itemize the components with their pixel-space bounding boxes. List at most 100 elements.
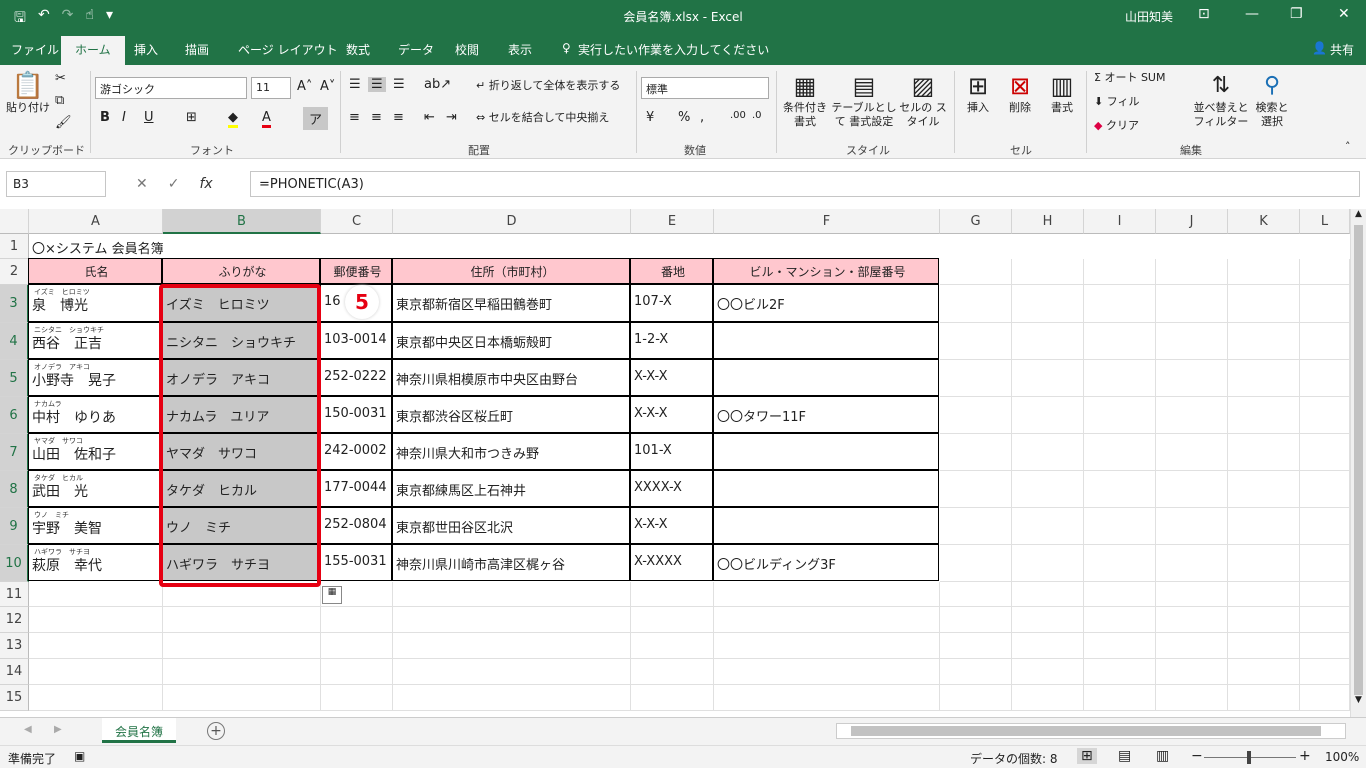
empty-cell[interactable]	[1300, 508, 1350, 545]
empty-cell[interactable]	[1012, 508, 1084, 545]
empty-cell[interactable]	[1156, 360, 1228, 397]
empty-cell[interactable]	[1156, 471, 1228, 508]
empty-cell[interactable]	[1300, 633, 1350, 659]
empty-cell[interactable]	[631, 607, 714, 633]
empty-cell[interactable]	[29, 582, 163, 607]
empty-cell[interactable]	[1228, 582, 1300, 607]
empty-cell[interactable]	[631, 582, 714, 607]
empty-cell[interactable]	[940, 434, 1012, 471]
zoom-slider-thumb[interactable]	[1247, 751, 1251, 764]
sheet-title-cell[interactable]: 〇×システム 会員名簿	[29, 234, 329, 259]
empty-cell[interactable]	[1084, 397, 1156, 434]
sheet-tab[interactable]: 会員名簿	[102, 718, 176, 743]
empty-cell[interactable]	[29, 607, 163, 633]
row-header[interactable]: 10	[0, 545, 29, 582]
tab-view[interactable]: 表示	[508, 41, 532, 58]
header-cell[interactable]: ふりがな	[162, 258, 320, 284]
empty-cell[interactable]	[1300, 360, 1350, 397]
row-header[interactable]: 1	[0, 234, 29, 259]
empty-cell[interactable]	[1084, 285, 1156, 323]
clear-button[interactable]: ◆ クリア	[1094, 119, 1139, 133]
tab-data[interactable]: データ	[398, 41, 434, 58]
align-right-icon[interactable]: ≡	[393, 110, 404, 125]
tab-formulas[interactable]: 数式	[346, 41, 370, 58]
name-cell[interactable]: ウノ ミチ 宇野 美智	[28, 507, 162, 544]
tab-page-layout[interactable]: ページ レイアウト	[238, 41, 338, 58]
tab-file[interactable]: ファイル	[11, 41, 59, 58]
bldg-cell[interactable]: 〇〇タワー11F	[713, 396, 939, 433]
empty-cell[interactable]	[940, 582, 1012, 607]
zip-cell[interactable]: 103-0014	[320, 322, 392, 359]
empty-cell[interactable]	[1228, 397, 1300, 434]
empty-cell[interactable]	[1228, 285, 1300, 323]
percent-icon[interactable]: %	[678, 110, 690, 125]
addr-cell[interactable]: 神奈川県川崎市高津区梶ヶ谷	[392, 544, 630, 581]
increase-indent-icon[interactable]: ⇥	[446, 110, 457, 125]
empty-cell[interactable]	[1084, 434, 1156, 471]
delete-cells-button[interactable]: ⊠ 削除	[1002, 71, 1038, 115]
empty-cell[interactable]	[940, 397, 1012, 434]
name-cell[interactable]: ヤマダ サワコ 山田 佐和子	[28, 433, 162, 470]
orientation-icon[interactable]: ab↗	[424, 77, 451, 92]
empty-cell[interactable]	[1084, 471, 1156, 508]
empty-cell[interactable]	[1012, 582, 1084, 607]
page-layout-view-icon[interactable]: ▤	[1118, 748, 1131, 764]
name-cell[interactable]: ニシタニ ショウキチ 西谷 正吉	[28, 322, 162, 359]
empty-cell[interactable]	[1156, 633, 1228, 659]
row-header[interactable]: 7	[0, 434, 29, 471]
empty-cell[interactable]	[1084, 685, 1156, 711]
empty-cell[interactable]	[1156, 582, 1228, 607]
name-cell[interactable]: ナカムラ 中村 ゆりあ	[28, 396, 162, 433]
empty-cell[interactable]	[1228, 471, 1300, 508]
empty-cell[interactable]	[1156, 545, 1228, 582]
row-header[interactable]: 9	[0, 508, 29, 545]
empty-cell[interactable]	[163, 659, 321, 685]
cancel-icon[interactable]: ✕	[136, 176, 148, 192]
decrease-decimal-icon[interactable]: .0	[752, 110, 762, 121]
num-cell[interactable]: X-XXXX	[630, 544, 713, 581]
next-sheet-icon[interactable]: ▶	[54, 724, 62, 735]
bldg-cell[interactable]	[713, 322, 939, 359]
empty-cell[interactable]	[940, 360, 1012, 397]
empty-cell[interactable]	[29, 659, 163, 685]
empty-cell[interactable]	[1300, 259, 1350, 285]
empty-cell[interactable]	[1084, 607, 1156, 633]
align-middle-icon[interactable]: ☰	[368, 77, 386, 92]
share-button[interactable]: 共有	[1330, 41, 1354, 58]
column-header[interactable]: B	[163, 209, 321, 234]
empty-cell[interactable]	[1228, 633, 1300, 659]
empty-cell[interactable]	[940, 259, 1012, 285]
empty-cell[interactable]	[1300, 397, 1350, 434]
bldg-cell[interactable]	[713, 433, 939, 470]
italic-icon[interactable]: I	[122, 110, 126, 125]
collapse-ribbon-icon[interactable]: ˄	[1345, 140, 1351, 153]
cut-icon[interactable]: ✂	[55, 71, 66, 86]
zip-cell[interactable]: 252-0804	[320, 507, 392, 544]
empty-cell[interactable]	[1012, 633, 1084, 659]
empty-cell[interactable]	[1012, 397, 1084, 434]
empty-cell[interactable]	[631, 685, 714, 711]
header-cell[interactable]: ビル・マンション・部屋番号	[713, 258, 939, 284]
empty-cell[interactable]	[940, 285, 1012, 323]
empty-cell[interactable]	[1156, 508, 1228, 545]
normal-view-icon[interactable]: ⊞	[1077, 748, 1097, 764]
underline-icon[interactable]: U	[144, 110, 154, 125]
empty-cell[interactable]	[1156, 285, 1228, 323]
empty-cell[interactable]	[714, 582, 940, 607]
num-cell[interactable]: 107-X	[630, 284, 713, 322]
increase-decimal-icon[interactable]: .00	[730, 110, 746, 121]
empty-cell[interactable]	[1300, 607, 1350, 633]
align-bottom-icon[interactable]: ☰	[393, 77, 405, 92]
tab-insert[interactable]: 挿入	[134, 41, 158, 58]
empty-cell[interactable]	[940, 659, 1012, 685]
ribbon-display-icon[interactable]: ⊡	[1198, 6, 1210, 22]
num-cell[interactable]: 1-2-X	[630, 322, 713, 359]
empty-cell[interactable]	[393, 582, 631, 607]
row-header[interactable]: 3	[0, 285, 29, 323]
row-header[interactable]: 13	[0, 633, 29, 659]
addr-cell[interactable]: 東京都新宿区早稲田鶴巻町	[392, 284, 630, 322]
addr-cell[interactable]: 神奈川県大和市つきみ野	[392, 433, 630, 470]
empty-cell[interactable]	[1084, 582, 1156, 607]
num-cell[interactable]: 101-X	[630, 433, 713, 470]
empty-cell[interactable]	[393, 633, 631, 659]
